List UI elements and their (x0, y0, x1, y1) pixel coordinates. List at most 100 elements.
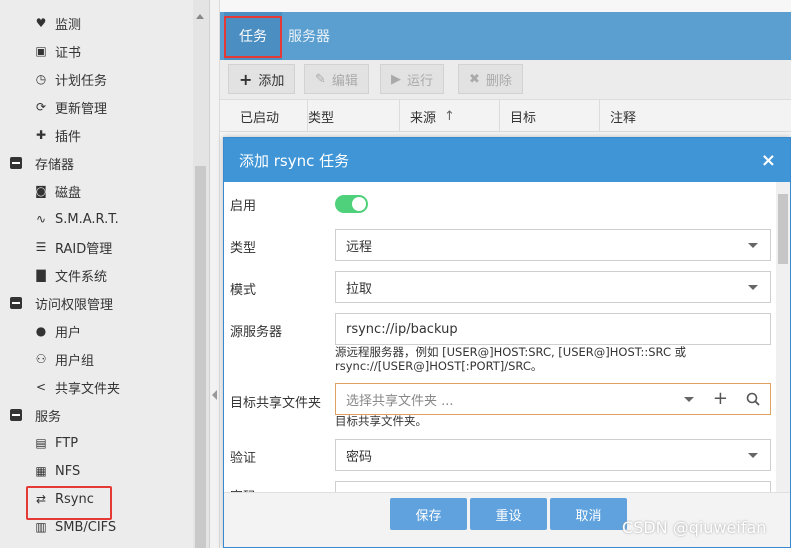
column-header-enabled[interactable]: 已启动 (230, 100, 308, 132)
source-server-hint: 源远程服务器，例如 [USER@]HOST:SRC, [USER@]HOST::… (335, 345, 687, 373)
dialog-scrollbar[interactable] (776, 182, 790, 492)
mode-select[interactable]: 拉取 (335, 271, 771, 303)
type-select[interactable]: 远程 (335, 229, 771, 261)
sidebar-item[interactable]: ☰ RAID管理 (34, 233, 113, 261)
sidebar-item[interactable]: ✚ 插件 (34, 121, 81, 149)
sidebar-scroll-thumb[interactable] (195, 166, 206, 548)
sidebar-item[interactable]: 访问权限管理 (10, 289, 113, 317)
rsync-icon: ⇄ (35, 492, 47, 506)
sidebar-item[interactable]: < 共享文件夹 (34, 373, 120, 401)
toolbar: + 添加 ✎ 编辑 ▶ 运行 ✖ 删除 (220, 60, 791, 100)
auth-label: 验证 (230, 451, 257, 466)
sidebar-item-label: 用户 (55, 325, 82, 341)
sort-ascending-icon: ↑ (444, 108, 455, 124)
dialog-scroll-thumb[interactable] (778, 194, 788, 264)
sidebar-item-label: 插件 (55, 129, 82, 145)
close-x-icon: ✖ (469, 71, 480, 87)
sidebar-item[interactable]: 服务 (10, 401, 61, 429)
sidebar-scrollbar[interactable] (193, 0, 209, 548)
type-label: 类型 (230, 241, 257, 256)
share-icon: < (35, 380, 47, 394)
server-icon: ▤ (35, 436, 47, 450)
grid-header: 已启动 类型 来源 ↑ 目标 注释 (220, 100, 791, 132)
sidebar-item-label: FTP (55, 435, 79, 451)
mode-label: 模式 (230, 283, 257, 298)
target-folder-hint: 目标共享文件夹。 (335, 414, 427, 428)
add-button[interactable]: + 添加 (228, 64, 296, 94)
calendar-clock-icon: ◷ (35, 72, 47, 86)
heart-pulse-icon: ♥ (35, 16, 47, 30)
password-input[interactable] (335, 481, 771, 492)
reset-button[interactable]: 重设 (470, 498, 547, 530)
user-icon: ● (35, 324, 47, 338)
add-folder-icon[interactable]: + (713, 388, 728, 409)
play-icon: ▶ (391, 71, 401, 87)
cancel-button[interactable]: 取消 (550, 498, 627, 530)
sidebar-item-label: 存储器 (35, 157, 75, 173)
target-folder-label: 目标共享文件夹 (230, 396, 322, 411)
sidebar-item-label: NFS (55, 463, 81, 479)
sidebar-item[interactable]: ◙ 磁盘 (34, 177, 81, 205)
chevron-down-icon (748, 285, 758, 290)
target-folder-combobox[interactable]: 选择共享文件夹 ... + (335, 383, 771, 415)
sidebar-item[interactable]: ⟳ 更新管理 (34, 93, 107, 121)
sidebar-item-label: 服务 (35, 409, 62, 425)
close-icon[interactable]: × (761, 150, 776, 171)
sidebar-item[interactable]: ▤ FTP (34, 429, 78, 457)
sidebar-item[interactable]: ∿ S.M.A.R.T. (34, 205, 119, 233)
sidebar-item[interactable]: ⇄ Rsync (34, 485, 94, 513)
add-button-label: 添加 (258, 73, 285, 89)
plus-icon: + (239, 69, 253, 89)
column-header-type[interactable]: 类型 (298, 100, 400, 132)
sidebar-item[interactable]: ● 用户 (34, 317, 81, 345)
collapse-icon[interactable] (10, 409, 22, 421)
chevron-down-icon (748, 243, 758, 248)
sidebar-item-label: 文件系统 (55, 269, 108, 285)
certificate-icon: ▣ (35, 44, 47, 58)
tab-servers[interactable]: 服务器 (288, 12, 330, 60)
search-icon[interactable] (746, 392, 760, 410)
enable-toggle[interactable] (335, 195, 368, 213)
sidebar: ♥ 监测 ▣ 证书 ◷ 计划任务 ⟳ 更新管理 ✚ 插件存储器 ◙ 磁盘 ∿ S.M.A.R.T. ☰ RAI… (0, 0, 210, 548)
sidebar-item[interactable]: ♥ 监测 (34, 9, 81, 37)
sidebar-item[interactable]: ⚇ 用户组 (34, 345, 94, 373)
tab-tasks[interactable]: 任务 (224, 12, 282, 60)
disk-icon: ◙ (35, 184, 47, 198)
collapse-icon[interactable] (10, 297, 22, 309)
sidebar-item[interactable]: 存储器 (10, 149, 74, 177)
toggle-knob (352, 197, 366, 211)
sidebar-item[interactable]: ◷ 计划任务 (34, 65, 107, 93)
column-header-comment[interactable]: 注释 (600, 100, 791, 132)
run-button-label: 运行 (407, 73, 434, 89)
delete-button-label: 删除 (485, 73, 512, 89)
source-server-label: 源服务器 (230, 325, 283, 340)
scroll-up-arrow-icon[interactable] (196, 14, 204, 19)
save-button[interactable]: 保存 (390, 498, 467, 530)
chevron-down-icon[interactable] (684, 397, 694, 402)
edit-button[interactable]: ✎ 编辑 (304, 64, 369, 94)
database-icon: ☰ (35, 240, 47, 254)
smb-icon: ▥ (35, 520, 47, 534)
delete-button[interactable]: ✖ 删除 (458, 64, 523, 94)
sidebar-item-label: 磁盘 (55, 185, 82, 201)
type-select-value: 远程 (346, 239, 373, 255)
collapse-icon[interactable] (10, 157, 22, 169)
collapse-arrow-icon[interactable] (212, 390, 217, 400)
panel-splitter[interactable] (210, 0, 220, 548)
auth-select[interactable]: 密码 (335, 439, 771, 471)
watermark: CSDN @qiuweifan (622, 518, 767, 537)
sidebar-item[interactable]: ▇ 文件系统 (34, 261, 107, 289)
pulse-icon: ∿ (35, 212, 47, 226)
sidebar-item[interactable]: ▦ NFS (34, 457, 80, 485)
run-button[interactable]: ▶ 运行 (380, 64, 445, 94)
sidebar-item[interactable]: ▥ SMB/CIFS (34, 513, 116, 541)
source-server-input[interactable]: rsync://ip/backup (335, 313, 771, 345)
sidebar-item-label: 证书 (55, 45, 82, 61)
sidebar-item[interactable]: ▣ 证书 (34, 37, 81, 65)
sidebar-item-label: 共享文件夹 (55, 381, 121, 397)
dialog-header: 添加 rsync 任务 × (224, 138, 790, 182)
column-header-source[interactable]: 来源 ↑ (400, 100, 500, 132)
sidebar-item-label: SMB/CIFS (55, 519, 117, 535)
column-header-target[interactable]: 目标 (500, 100, 600, 132)
dialog-title: 添加 rsync 任务 (239, 151, 350, 170)
